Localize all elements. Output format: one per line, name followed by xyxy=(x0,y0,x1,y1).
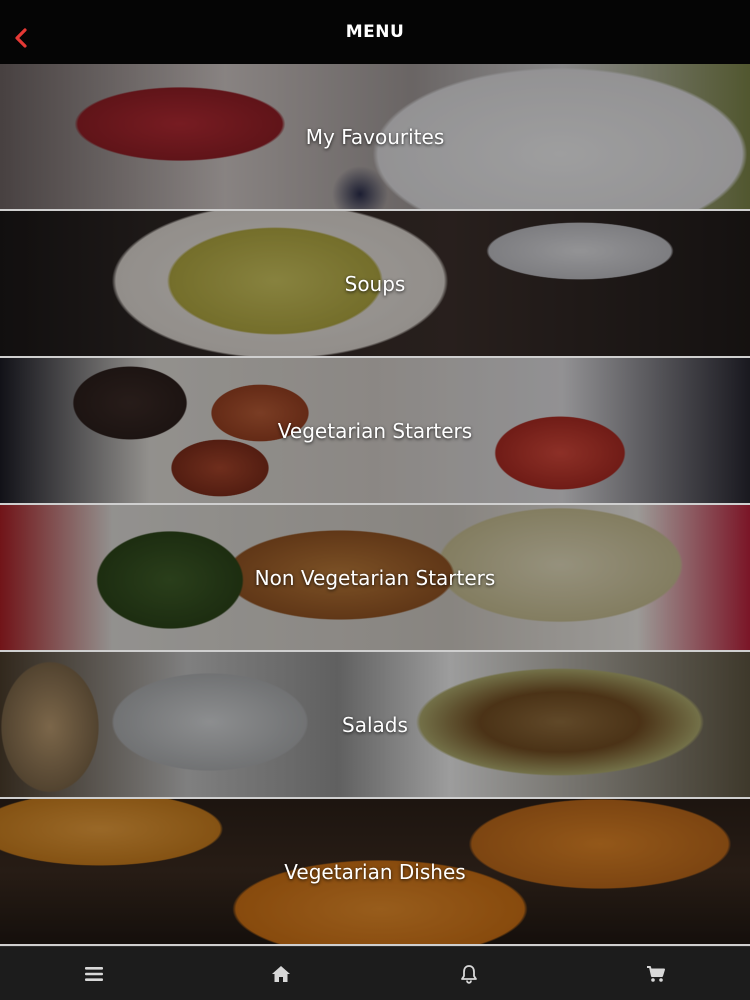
category-list: My Favourites Soups Vegetarian Starters … xyxy=(0,64,750,946)
category-label: Vegetarian Dishes xyxy=(284,859,466,884)
home-icon xyxy=(271,965,291,983)
back-button[interactable] xyxy=(8,24,34,56)
category-label: Non Vegetarian Starters xyxy=(254,565,496,590)
category-tile-salads[interactable]: Salads xyxy=(0,652,750,799)
category-tile-my-favourites[interactable]: My Favourites xyxy=(0,64,750,211)
category-label: My Favourites xyxy=(305,124,445,149)
nav-home-button[interactable] xyxy=(188,947,376,1000)
menu-icon xyxy=(84,966,103,982)
page-title: MENU xyxy=(345,22,405,42)
cart-icon xyxy=(646,965,666,983)
category-tile-soups[interactable]: Soups xyxy=(0,211,750,358)
top-bar: MENU xyxy=(0,0,750,64)
nav-notifications-button[interactable] xyxy=(375,947,563,1000)
category-tile-vegetarian-starters[interactable]: Vegetarian Starters xyxy=(0,358,750,505)
nav-cart-button[interactable] xyxy=(563,947,750,1000)
chevron-left-icon xyxy=(14,28,28,52)
category-label: Soups xyxy=(344,271,406,296)
bell-icon xyxy=(460,964,478,984)
bottom-nav xyxy=(0,946,750,1000)
category-tile-vegetarian-dishes[interactable]: Vegetarian Dishes xyxy=(0,799,750,946)
category-label: Vegetarian Starters xyxy=(277,418,473,443)
category-tile-non-vegetarian-starters[interactable]: Non Vegetarian Starters xyxy=(0,505,750,652)
nav-menu-button[interactable] xyxy=(0,947,188,1000)
category-label: Salads xyxy=(342,712,408,737)
